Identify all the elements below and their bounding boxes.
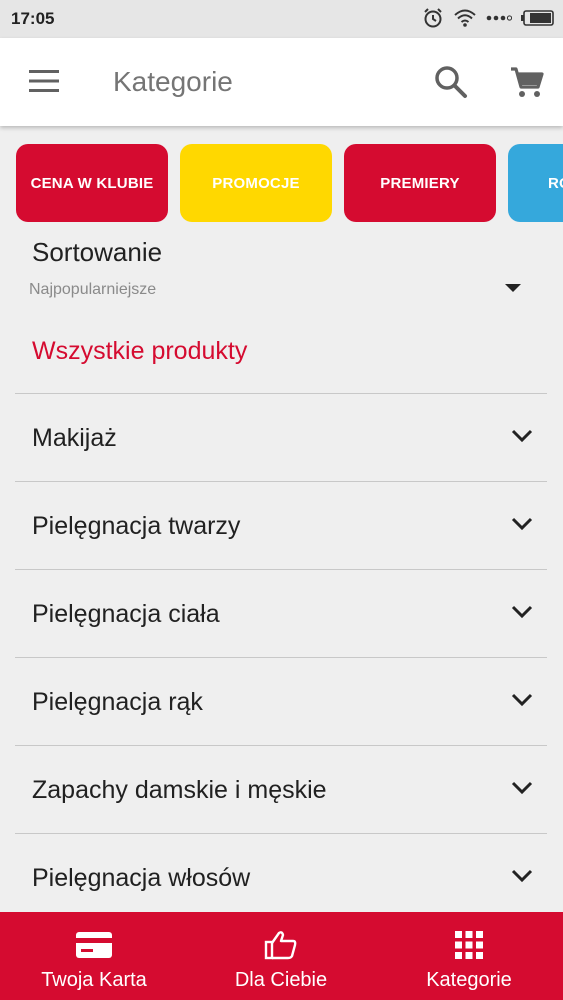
category-row[interactable]: Zapachy damskie i męskie	[15, 745, 547, 833]
chip-partial[interactable]: RO	[508, 144, 563, 222]
category-label: Makijaż	[32, 424, 117, 452]
category-row[interactable]: Makijaż	[15, 393, 547, 481]
chip-premiery[interactable]: PREMIERY	[344, 144, 496, 222]
chip-promocje[interactable]: PROMOCJE	[180, 144, 332, 222]
category-label: Pielęgnacja twarzy	[32, 512, 241, 540]
nav-twoja-karta[interactable]: Twoja Karta	[20, 912, 168, 1000]
search-icon[interactable]	[433, 64, 469, 100]
more-dots-icon	[486, 15, 512, 21]
category-row[interactable]: Pielęgnacja twarzy	[15, 481, 547, 569]
battery-icon	[521, 10, 554, 26]
chevron-down-icon[interactable]	[511, 516, 533, 532]
nav-dla-ciebie[interactable]: Dla Ciebie	[207, 912, 355, 1000]
all-products-link[interactable]: Wszystkie produkty	[32, 337, 247, 366]
nav-label: Twoja Karta	[41, 969, 147, 991]
nav-label: Dla Ciebie	[234, 969, 328, 991]
category-label: Pielęgnacja ciała	[32, 600, 220, 628]
chevron-down-icon[interactable]	[511, 428, 533, 444]
chevron-down-icon[interactable]	[511, 780, 533, 796]
cart-icon[interactable]	[509, 64, 545, 100]
category-row[interactable]: Pielęgnacja rąk	[15, 657, 547, 745]
chevron-down-icon[interactable]	[511, 868, 533, 884]
app-bar: Kategorie	[0, 38, 563, 126]
page-title: Kategorie	[113, 66, 233, 97]
hamburger-menu-icon[interactable]	[29, 70, 59, 92]
sort-title: Sortowanie	[32, 237, 163, 267]
thumbs-up-icon	[264, 931, 297, 960]
alarm-icon	[424, 8, 442, 28]
status-icons	[422, 7, 555, 29]
chevron-down-icon[interactable]	[511, 604, 533, 620]
sort-dropdown-value[interactable]: Najpopularniejsze	[29, 281, 156, 299]
category-label: Pielęgnacja włosów	[32, 864, 251, 892]
nav-kategorie[interactable]: Kategorie	[395, 912, 543, 1000]
status-time: 17:05	[11, 9, 55, 28]
category-label: Pielęgnacja rąk	[32, 688, 203, 716]
promo-chips: CENA W KLUBIE PROMOCJE PREMIERY RO	[0, 144, 563, 222]
dropdown-caret-icon[interactable]	[505, 284, 521, 292]
status-bar: 17:05	[0, 0, 563, 38]
grid-icon	[455, 931, 483, 959]
category-label: Zapachy damskie i męskie	[32, 776, 327, 804]
wifi-icon	[454, 9, 476, 27]
bottom-navigation: Twoja Karta Dla Ciebie Kategorie	[0, 912, 563, 1000]
category-row[interactable]: Pielęgnacja ciała	[15, 569, 547, 657]
nav-label: Kategorie	[426, 969, 512, 991]
category-list: Makijaż Pielęgnacja twarzy Pielęgnacja c…	[15, 393, 547, 921]
chip-cena-w-klubie[interactable]: CENA W KLUBIE	[16, 144, 168, 222]
chevron-down-icon[interactable]	[511, 692, 533, 708]
card-icon	[76, 932, 112, 958]
category-row[interactable]: Pielęgnacja włosów	[15, 833, 547, 921]
